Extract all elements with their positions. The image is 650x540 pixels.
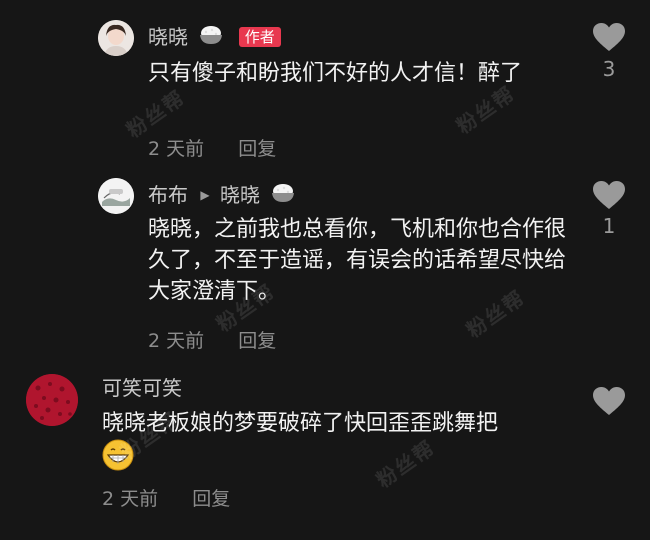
reply-arrow-icon: ▶ xyxy=(200,188,210,202)
reply-button[interactable]: 回复 xyxy=(238,330,276,352)
rice-bowl-icon xyxy=(270,182,296,209)
like-button[interactable] xyxy=(592,386,626,420)
reply-button[interactable]: 回复 xyxy=(192,488,230,510)
comment-username[interactable]: 晓晓 作者 xyxy=(148,24,281,51)
comment-time: 2 天前 xyxy=(148,138,205,160)
comment-time: 2 天前 xyxy=(102,488,159,510)
author-badge: 作者 xyxy=(238,27,281,47)
reply-button[interactable]: 回复 xyxy=(238,138,276,160)
heart-icon xyxy=(593,181,625,209)
avatar[interactable] xyxy=(98,20,134,56)
reply-header: 布布 ▶ 晓晓 xyxy=(148,182,296,209)
heart-icon xyxy=(593,23,625,51)
like-count: 3 xyxy=(602,57,616,81)
reply-to-username[interactable]: 晓晓 xyxy=(220,183,260,207)
comment-time: 2 天前 xyxy=(148,330,205,352)
avatar[interactable] xyxy=(26,374,78,426)
heart-icon xyxy=(593,387,625,415)
comment-username[interactable]: 布布 xyxy=(148,183,188,207)
comment-username[interactable]: 可笑可笑 xyxy=(102,376,182,400)
rice-bowl-icon xyxy=(198,24,224,51)
like-button[interactable] xyxy=(592,180,626,214)
like-button[interactable] xyxy=(592,22,626,56)
comment-meta: 2 天前 回复 xyxy=(148,134,304,161)
comment-meta: 2 天前 回复 xyxy=(102,484,258,511)
like-count: 1 xyxy=(602,214,616,238)
avatar[interactable] xyxy=(98,178,134,214)
